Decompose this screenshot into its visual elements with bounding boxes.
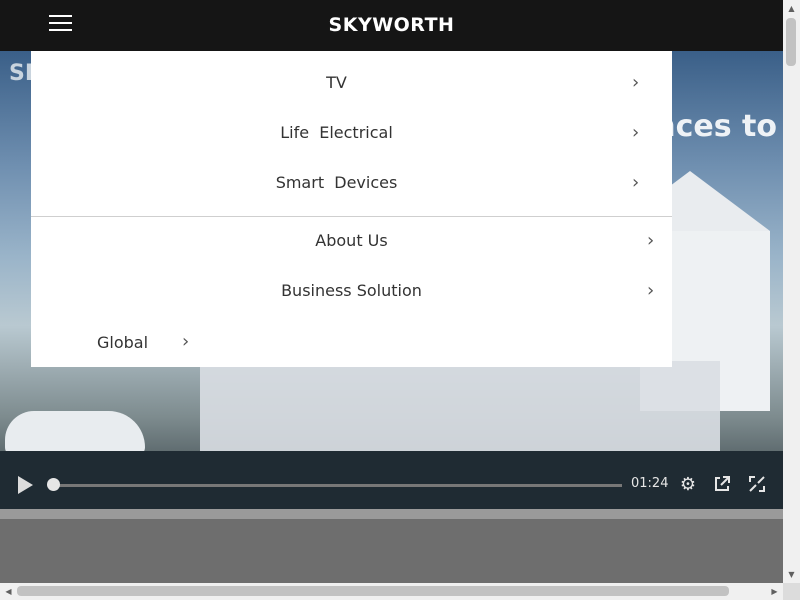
chevron-right-icon[interactable]: › bbox=[182, 331, 189, 352]
skyworth-logo[interactable]: SKYWORTH bbox=[0, 14, 783, 36]
video-time: 01:24 bbox=[631, 476, 669, 491]
scrollbar-corner bbox=[783, 583, 800, 600]
menu-item-label: About Us bbox=[315, 231, 388, 250]
menu-item-smart-devices[interactable]: Smart Devices › bbox=[31, 158, 672, 208]
global-link[interactable]: Global bbox=[97, 333, 148, 352]
hero-text-right: nces to bbox=[654, 109, 777, 144]
lower-section bbox=[0, 519, 783, 583]
scroll-right-icon[interactable]: ▶ bbox=[766, 583, 783, 600]
car-graphic bbox=[5, 411, 145, 456]
progress-bar[interactable] bbox=[52, 484, 622, 487]
chevron-right-icon: › bbox=[647, 280, 655, 301]
vertical-scroll-thumb[interactable] bbox=[786, 18, 796, 66]
menu-item-label: Smart Devices bbox=[275, 173, 398, 192]
play-icon[interactable] bbox=[18, 476, 33, 494]
menu-item-life-electrical[interactable]: Life Electrical › bbox=[31, 108, 672, 158]
external-link-icon[interactable] bbox=[712, 475, 732, 495]
chevron-right-icon: › bbox=[647, 230, 655, 251]
chevron-right-icon: › bbox=[632, 122, 640, 143]
scroll-up-icon[interactable]: ▲ bbox=[783, 0, 800, 17]
top-navbar: SKYWORTH bbox=[0, 0, 783, 51]
chevron-right-icon: › bbox=[632, 72, 640, 93]
vertical-scrollbar[interactable]: ▲ ▼ bbox=[783, 0, 800, 583]
scroll-left-icon[interactable]: ◀ bbox=[0, 583, 17, 600]
menu-item-business-solution[interactable]: Business Solution › bbox=[31, 266, 672, 316]
menu-item-about-us[interactable]: About Us › bbox=[31, 216, 672, 266]
menu-item-label: TV bbox=[326, 73, 347, 92]
chevron-right-icon: › bbox=[632, 172, 640, 193]
menu-item-tv[interactable]: TV › bbox=[31, 58, 672, 108]
menu-item-label: Business Solution bbox=[281, 281, 422, 300]
section-divider bbox=[0, 509, 783, 519]
menu-item-label: Life Electrical bbox=[280, 123, 393, 142]
dropdown-menu: TV › Life Electrical › Smart Devices › A… bbox=[31, 51, 672, 367]
fullscreen-icon[interactable] bbox=[747, 475, 767, 495]
horizontal-scrollbar[interactable]: ◀ ▶ bbox=[0, 583, 783, 600]
gear-icon[interactable]: ⚙ bbox=[678, 475, 698, 495]
video-controls: 01:24 ⚙ bbox=[0, 471, 783, 509]
scroll-down-icon[interactable]: ▼ bbox=[783, 566, 800, 583]
progress-knob[interactable] bbox=[47, 478, 60, 491]
horizontal-scroll-thumb[interactable] bbox=[17, 586, 729, 596]
